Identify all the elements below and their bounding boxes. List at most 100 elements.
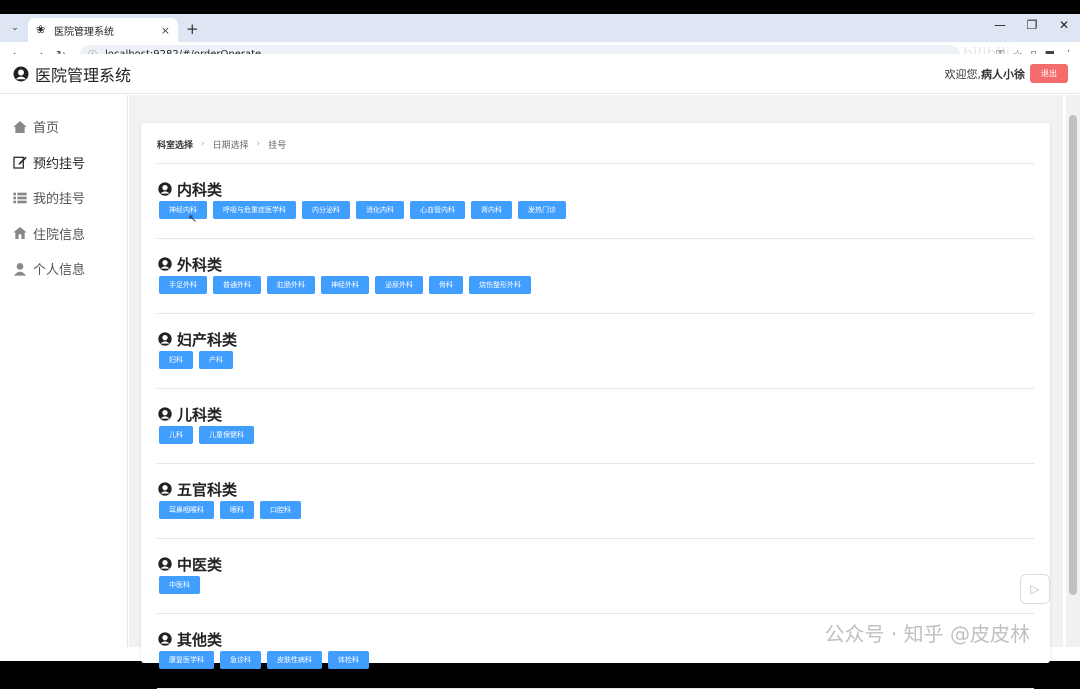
minimize-icon[interactable]: — <box>984 18 1016 32</box>
scrollbar-thumb[interactable] <box>1069 115 1077 595</box>
category-section: 妇产科类妇科 产科 <box>157 314 1034 389</box>
tab-strip: ⌄ ❀ 医院管理系统 × + — ❐ ✕ <box>0 14 1080 42</box>
department-button[interactable]: 烧伤整形外科 <box>469 276 531 294</box>
department-card: 科室选择 › 日期选择 › 挂号 内科类神经内科 呼吸与危重症医学科 内分泌科 消化内… <box>141 123 1050 689</box>
category-title: 内科类 <box>177 180 223 199</box>
browser-tab[interactable]: ❀ 医院管理系统 × <box>28 18 178 42</box>
department-button[interactable]: 消化内科 <box>356 201 404 219</box>
department-button[interactable]: 眼科 <box>220 501 254 519</box>
logo-icon <box>13 66 29 81</box>
department-button[interactable]: 神经内科 <box>159 201 207 219</box>
category-title: 儿科类 <box>177 405 223 424</box>
app-header: 医院管理系统 欢迎您, 病人小徐 退出 <box>0 54 1080 94</box>
category-list: 内科类神经内科 呼吸与危重症医学科 内分泌科 消化内科 心血管内科 肾内科 发热门诊外科类手… <box>157 164 1034 689</box>
category-icon <box>157 256 173 272</box>
department-buttons: 康复医学科 急诊科 皮肤性病科 体检科 <box>157 651 1034 669</box>
department-button[interactable]: 急诊科 <box>220 651 261 669</box>
favicon-icon: ❀ <box>36 23 46 36</box>
department-button[interactable]: 皮肤性病科 <box>267 651 322 669</box>
main-content: 科室选择 › 日期选择 › 挂号 内科类神经内科 呼吸与危重症医学科 内分泌科 消化内… <box>129 95 1063 689</box>
department-button[interactable]: 发热门诊 <box>518 201 566 219</box>
category-section: 中医类中医科 <box>157 539 1034 614</box>
department-buttons: 神经内科 呼吸与危重症医学科 内分泌科 消化内科 心血管内科 肾内科 发热门诊 <box>157 201 1034 219</box>
sidebar: 首页 预约挂号 我的挂号 住院信息 个人信息 <box>0 95 128 647</box>
category-header: 外科类 <box>157 255 1034 274</box>
department-button[interactable]: 体检科 <box>328 651 369 669</box>
new-tab-icon[interactable]: + <box>186 20 199 38</box>
department-buttons: 妇科 产科 <box>157 351 1034 369</box>
category-icon <box>157 406 173 422</box>
logout-button[interactable]: 退出 <box>1030 64 1068 83</box>
video-play-icon[interactable]: ▷ <box>1020 574 1050 604</box>
home-icon <box>13 120 27 133</box>
sidebar-item-label: 住院信息 <box>33 227 86 243</box>
category-header: 五官科类 <box>157 480 1034 499</box>
department-button[interactable]: 口腔科 <box>260 501 301 519</box>
breadcrumb-step-register[interactable]: 挂号 <box>268 138 286 151</box>
tab-close-icon[interactable]: × <box>161 24 170 37</box>
welcome-text: 欢迎您, <box>944 67 982 81</box>
department-button[interactable]: 肛肠外科 <box>267 276 315 294</box>
department-buttons: 手足外科 普通外科 肛肠外科 神经外科 泌尿外科 骨科 烧伤整形外科 <box>157 276 1034 294</box>
restore-icon[interactable]: ❐ <box>1016 18 1048 32</box>
chevron-right-icon: › <box>256 139 261 149</box>
category-title: 外科类 <box>177 255 223 274</box>
edit-icon <box>13 156 27 169</box>
sidebar-item-label: 首页 <box>33 121 60 137</box>
window-controls: — ❐ ✕ <box>984 18 1080 32</box>
sidebar-item-label: 个人信息 <box>33 263 86 279</box>
department-button[interactable]: 普通外科 <box>213 276 261 294</box>
chevron-right-icon: › <box>201 139 205 149</box>
department-button[interactable]: 肾内科 <box>471 201 512 219</box>
department-button[interactable]: 骨科 <box>429 276 463 294</box>
breadcrumb-step-date[interactable]: 日期选择 <box>213 138 249 151</box>
department-buttons: 耳鼻咽喉科 眼科 口腔科 <box>157 501 1034 519</box>
department-button[interactable]: 产科 <box>199 351 233 369</box>
department-button[interactable]: 儿童保健科 <box>199 426 254 444</box>
sidebar-item-inpatient[interactable]: 住院信息 <box>0 216 127 252</box>
sidebar-item-label: 我的挂号 <box>33 192 86 208</box>
category-title: 五官科类 <box>177 480 238 499</box>
watermark: 公众号 · 知乎 @皮皮林 <box>824 622 1030 646</box>
sidebar-item-home[interactable]: 首页 <box>0 109 127 145</box>
breadcrumb-step-department[interactable]: 科室选择 <box>157 138 193 151</box>
scrollbar[interactable] <box>1066 95 1080 647</box>
mouse-cursor-icon: ↖ <box>188 212 198 225</box>
department-buttons: 中医科 <box>157 576 1034 594</box>
category-icon <box>157 481 173 497</box>
sidebar-item-my-orders[interactable]: 我的挂号 <box>0 180 127 216</box>
category-title: 其他类 <box>177 630 223 649</box>
username: 病人小徐 <box>981 67 1025 81</box>
department-button[interactable]: 心血管内科 <box>410 201 465 219</box>
department-button[interactable]: 泌尿外科 <box>375 276 423 294</box>
department-button[interactable]: 中医科 <box>159 576 200 594</box>
list-icon <box>13 192 27 204</box>
department-button[interactable]: 康复医学科 <box>159 651 214 669</box>
category-section: 儿科类儿科 儿童保健科 <box>157 389 1034 464</box>
department-buttons: 儿科 儿童保健科 <box>157 426 1034 444</box>
sidebar-item-profile[interactable]: 个人信息 <box>0 251 127 287</box>
app-title: 医院管理系统 <box>35 65 132 85</box>
department-button[interactable]: 耳鼻咽喉科 <box>159 501 214 519</box>
category-title: 中医类 <box>177 555 223 574</box>
category-icon <box>157 556 173 572</box>
category-icon <box>157 331 173 347</box>
department-button[interactable]: 妇科 <box>159 351 193 369</box>
department-button[interactable]: 神经外科 <box>321 276 369 294</box>
sidebar-item-appointment[interactable]: 预约挂号 <box>0 145 127 181</box>
department-button[interactable]: 内分泌科 <box>302 201 350 219</box>
category-header: 内科类 <box>157 180 1034 199</box>
department-button[interactable]: 呼吸与危重症医学科 <box>213 201 296 219</box>
department-button[interactable]: 儿科 <box>159 426 193 444</box>
sidebar-item-label: 预约挂号 <box>33 156 86 172</box>
category-header: 妇产科类 <box>157 330 1034 349</box>
user-icon <box>14 262 26 276</box>
close-window-icon[interactable]: ✕ <box>1048 18 1080 32</box>
breadcrumb: 科室选择 › 日期选择 › 挂号 <box>157 137 1034 151</box>
category-section: 五官科类耳鼻咽喉科 眼科 口腔科 <box>157 464 1034 539</box>
tab-search-icon[interactable]: ⌄ <box>4 17 26 39</box>
category-title: 妇产科类 <box>177 330 238 349</box>
category-section: 内科类神经内科 呼吸与危重症医学科 内分泌科 消化内科 心血管内科 肾内科 发热门诊 <box>157 164 1034 239</box>
department-button[interactable]: 手足外科 <box>159 276 207 294</box>
category-section: 外科类手足外科 普通外科 肛肠外科 神经外科 泌尿外科 骨科 烧伤整形外科 <box>157 239 1034 314</box>
